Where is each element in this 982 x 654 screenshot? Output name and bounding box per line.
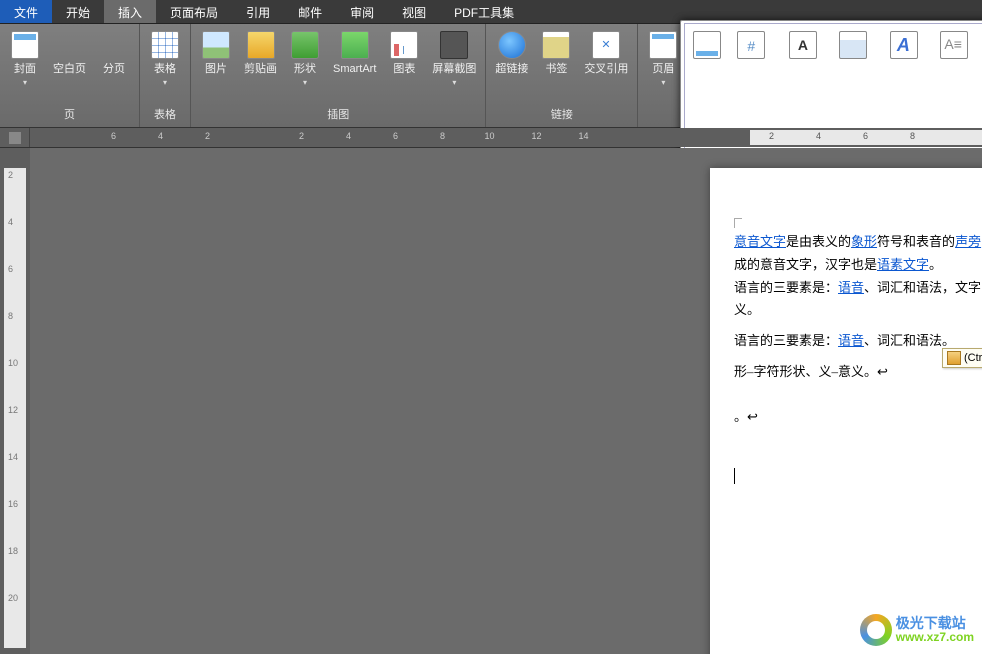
watermark: 极光下载站 www.xz7.com [860, 614, 974, 646]
tab-home[interactable]: 开始 [52, 0, 104, 23]
text-cursor [734, 468, 982, 484]
smartart-button[interactable]: SmartArt [330, 27, 379, 78]
page-number-icon [737, 31, 765, 59]
document-text: 成的意音文字，汉字也是语素文字。 [734, 255, 982, 276]
tab-references[interactable]: 引用 [232, 0, 284, 23]
workspace: 2468101214161820 意音文字是由表义的象形符号和表音的声旁 成的意… [0, 148, 982, 654]
group-tables: 表格▾ 表格 [140, 24, 191, 127]
picture-icon [202, 31, 230, 59]
tab-mail[interactable]: 邮件 [284, 0, 336, 23]
clipboard-icon [947, 351, 961, 365]
group-label: 插图 [197, 103, 479, 127]
crossref-button[interactable]: 交叉引用 [581, 27, 631, 78]
ruler-corner[interactable] [0, 128, 30, 147]
hyperlink-button[interactable]: 超链接 [492, 27, 531, 78]
tab-view[interactable]: 视图 [388, 0, 440, 23]
textbox-icon [789, 31, 817, 59]
chart-button[interactable]: 图表 [385, 27, 423, 78]
dropcap-icon [940, 31, 968, 59]
vertical-ruler[interactable]: 2468101214161820 [0, 148, 30, 654]
wordart-icon [890, 31, 918, 59]
paste-options-button[interactable]: (Ctrl) ▾ [942, 348, 982, 368]
document-canvas[interactable]: 意音文字是由表义的象形符号和表音的声旁 成的意音文字，汉字也是语素文字。 语言的… [30, 148, 982, 654]
tab-pdf[interactable]: PDF工具集 [440, 0, 528, 23]
shapes-icon [291, 31, 319, 59]
group-illustrations: 图片 剪贴画 形状▾ SmartArt 图表 屏幕截图▾ 插图 [191, 24, 486, 127]
hyperlink[interactable]: 象形 [851, 234, 877, 249]
hyperlink[interactable]: 语素文字 [877, 257, 929, 272]
chevron-down-icon: ▾ [452, 78, 456, 87]
document-text: 义。 [734, 300, 982, 321]
clipart-button[interactable]: 剪贴画 [241, 27, 280, 78]
blank-page-button[interactable]: 空白页 [50, 27, 89, 78]
quickparts-icon [839, 31, 867, 59]
shapes-button[interactable]: 形状▾ [286, 27, 324, 89]
cover-page-button[interactable]: 封面▾ [6, 27, 44, 89]
group-pages: 封面▾ 空白页 分页 页 [0, 24, 140, 127]
group-label: 链接 [492, 103, 631, 127]
header-boundary-mark [734, 218, 742, 228]
tab-review[interactable]: 审阅 [336, 0, 388, 23]
tab-insert[interactable]: 插入 [104, 0, 156, 23]
group-label: 页 [6, 103, 133, 127]
chevron-down-icon: ▾ [303, 78, 307, 87]
clipart-icon [247, 31, 275, 59]
table-icon [151, 31, 179, 59]
bookmark-icon [542, 31, 570, 59]
chart-icon [390, 31, 418, 59]
horizontal-ruler[interactable]: 64224681012142468 [30, 128, 982, 147]
chevron-down-icon: ▾ [661, 78, 665, 87]
document-page[interactable]: 意音文字是由表义的象形符号和表音的声旁 成的意音文字，汉字也是语素文字。 语言的… [710, 168, 982, 654]
hyperlink[interactable]: 语音 [838, 280, 864, 295]
watermark-url: www.xz7.com [896, 631, 974, 644]
chevron-down-icon: ▾ [23, 78, 27, 87]
hyperlink[interactable]: 意音文字 [734, 234, 786, 249]
smartart-icon [341, 31, 369, 59]
screenshot-icon [440, 31, 468, 59]
table-button[interactable]: 表格▾ [146, 27, 184, 89]
ribbon: 封面▾ 空白页 分页 页 表格▾ 表格 图片 剪贴画 形状▾ SmartArt … [0, 24, 982, 128]
tab-file[interactable]: 文件 [0, 0, 52, 23]
watermark-title: 极光下载站 [896, 616, 974, 631]
hyperlink[interactable]: 声旁 [955, 234, 981, 249]
crossref-icon [592, 31, 620, 59]
horizontal-ruler-area: 64224681012142468 [0, 128, 982, 148]
header-icon [649, 31, 677, 59]
footer-icon [693, 31, 721, 59]
tab-selector-icon [9, 132, 21, 144]
cover-page-icon [11, 31, 39, 59]
picture-button[interactable]: 图片 [197, 27, 235, 78]
document-text: 语言的三要素是：语音、词汇和语法，文字 [734, 278, 982, 299]
bookmark-button[interactable]: 书签 [537, 27, 575, 78]
screenshot-button[interactable]: 屏幕截图▾ [429, 27, 479, 89]
group-label: 表格 [146, 103, 184, 127]
document-text: 意音文字是由表义的象形符号和表音的声旁 [734, 232, 982, 253]
hyperlink[interactable]: 语音 [838, 333, 864, 348]
group-links: 超链接 书签 交叉引用 链接 [486, 24, 638, 127]
page-break-button[interactable]: 分页 [95, 27, 133, 78]
header-button[interactable]: 页眉▾ [644, 27, 682, 89]
document-text: 。↩ [734, 407, 982, 428]
chevron-down-icon: ▾ [163, 78, 167, 87]
watermark-logo-icon [860, 614, 892, 646]
globe-icon [498, 31, 526, 59]
tab-layout[interactable]: 页面布局 [156, 0, 232, 23]
